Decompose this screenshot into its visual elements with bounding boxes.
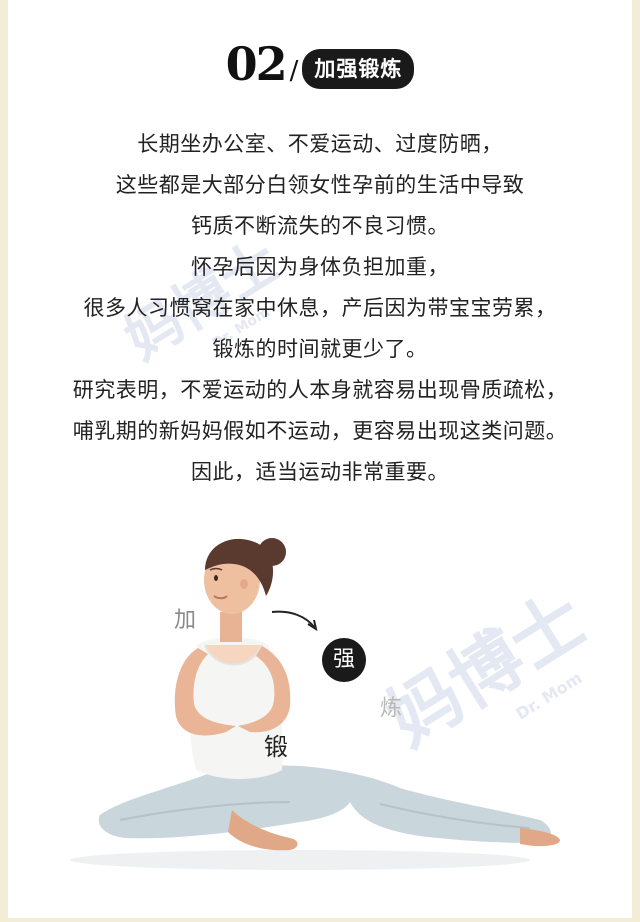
label-lian: 炼 (380, 696, 403, 721)
paragraph-line: 很多人习惯窝在家中休息，产后因为带宝宝劳累， (83, 296, 557, 320)
paragraph-line: 研究表明，不爱运动的人本身就容易出现骨质疏松， (72, 378, 568, 402)
section-title-badge: 加强锻炼 (302, 49, 415, 89)
label-jia: 加 (174, 608, 197, 633)
section-slash: / (289, 56, 299, 86)
paragraph-line: 钙质不断流失的不良习惯。 (191, 214, 449, 238)
yoga-woman-figure (70, 538, 560, 870)
paragraph-line: 哺乳期的新妈妈假如不运动，更容易出现这类问题。 (72, 419, 568, 443)
paragraph-line: 这些都是大部分白领女性孕前的生活中导致 (115, 173, 525, 197)
section-header: 02 / 加强锻炼 (0, 34, 640, 94)
paragraph-line: 长期坐办公室、不爱运动、过度防晒， (137, 132, 503, 156)
paragraph-line: 因此，适当运动非常重要。 (191, 460, 449, 484)
paragraph-line: 锻炼的时间就更少了。 (212, 337, 428, 361)
yoga-illustration: 加 强 锻 炼 (0, 520, 640, 918)
section-number: 02 (225, 37, 288, 91)
paragraph-line: 怀孕后因为身体负担加重， (191, 255, 449, 279)
label-qiang: 强 (333, 647, 356, 672)
label-duan: 锻 (264, 733, 288, 761)
paragraph: 长期坐办公室、不爱运动、过度防晒， 这些都是大部分白领女性孕前的生活中导致 钙质… (0, 124, 640, 493)
